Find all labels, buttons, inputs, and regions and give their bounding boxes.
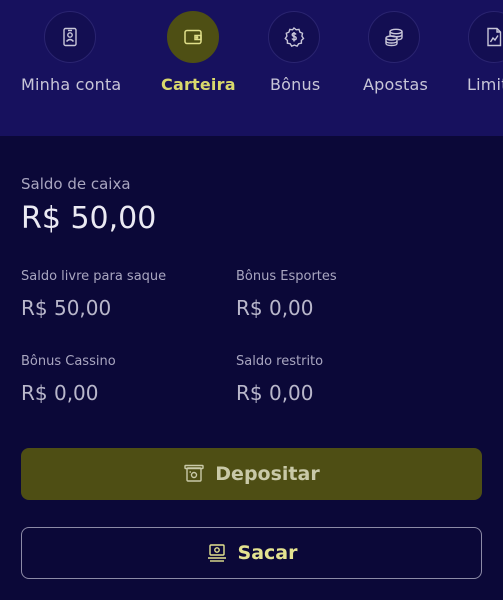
tab-apostas-label: Apostas [363,75,429,94]
tab-minha-conta-label: Minha conta [21,75,122,94]
withdraw-button-label: Sacar [237,542,298,564]
document-chart-icon [483,26,503,48]
restricted-balance-value: R$ 0,00 [236,381,314,405]
withdrawable-balance-label: Saldo livre para saque [21,269,167,284]
withdraw-icon [206,543,228,563]
casino-bonus-label: Bônus Cassino [21,354,116,369]
cash-balance-label: Saldo de caixa [21,175,131,193]
deposit-button[interactable]: Depositar [21,448,482,500]
wallet-page: Minha conta Carteira Bônus Apostas Limi … [0,0,503,600]
tab-apostas-icon-circle [368,11,420,63]
tab-bonus-icon-circle [268,11,320,63]
wallet-icon [182,26,204,48]
deposit-button-label: Depositar [215,463,320,485]
withdrawable-balance-value: R$ 50,00 [21,296,112,320]
casino-bonus-value: R$ 0,00 [21,381,99,405]
sports-bonus-value: R$ 0,00 [236,296,314,320]
dollar-badge-icon [283,26,305,48]
account-tab-bar: Minha conta Carteira Bônus Apostas Limi [0,0,503,136]
cash-balance-value: R$ 50,00 [21,201,157,236]
tab-limites-label: Limit [467,75,503,94]
deposit-icon [183,464,205,484]
tab-carteira-label: Carteira [161,75,236,94]
restricted-balance-label: Saldo restrito [236,354,324,369]
id-card-icon [59,26,81,48]
tab-carteira-icon-circle [167,11,219,63]
sports-bonus-label: Bônus Esportes [236,269,337,284]
tab-minha-conta-icon-circle [44,11,96,63]
withdraw-button[interactable]: Sacar [21,527,482,579]
tab-bonus-label: Bônus [270,75,321,94]
tab-limites-icon-circle [468,11,503,63]
coins-stack-icon [383,26,405,48]
